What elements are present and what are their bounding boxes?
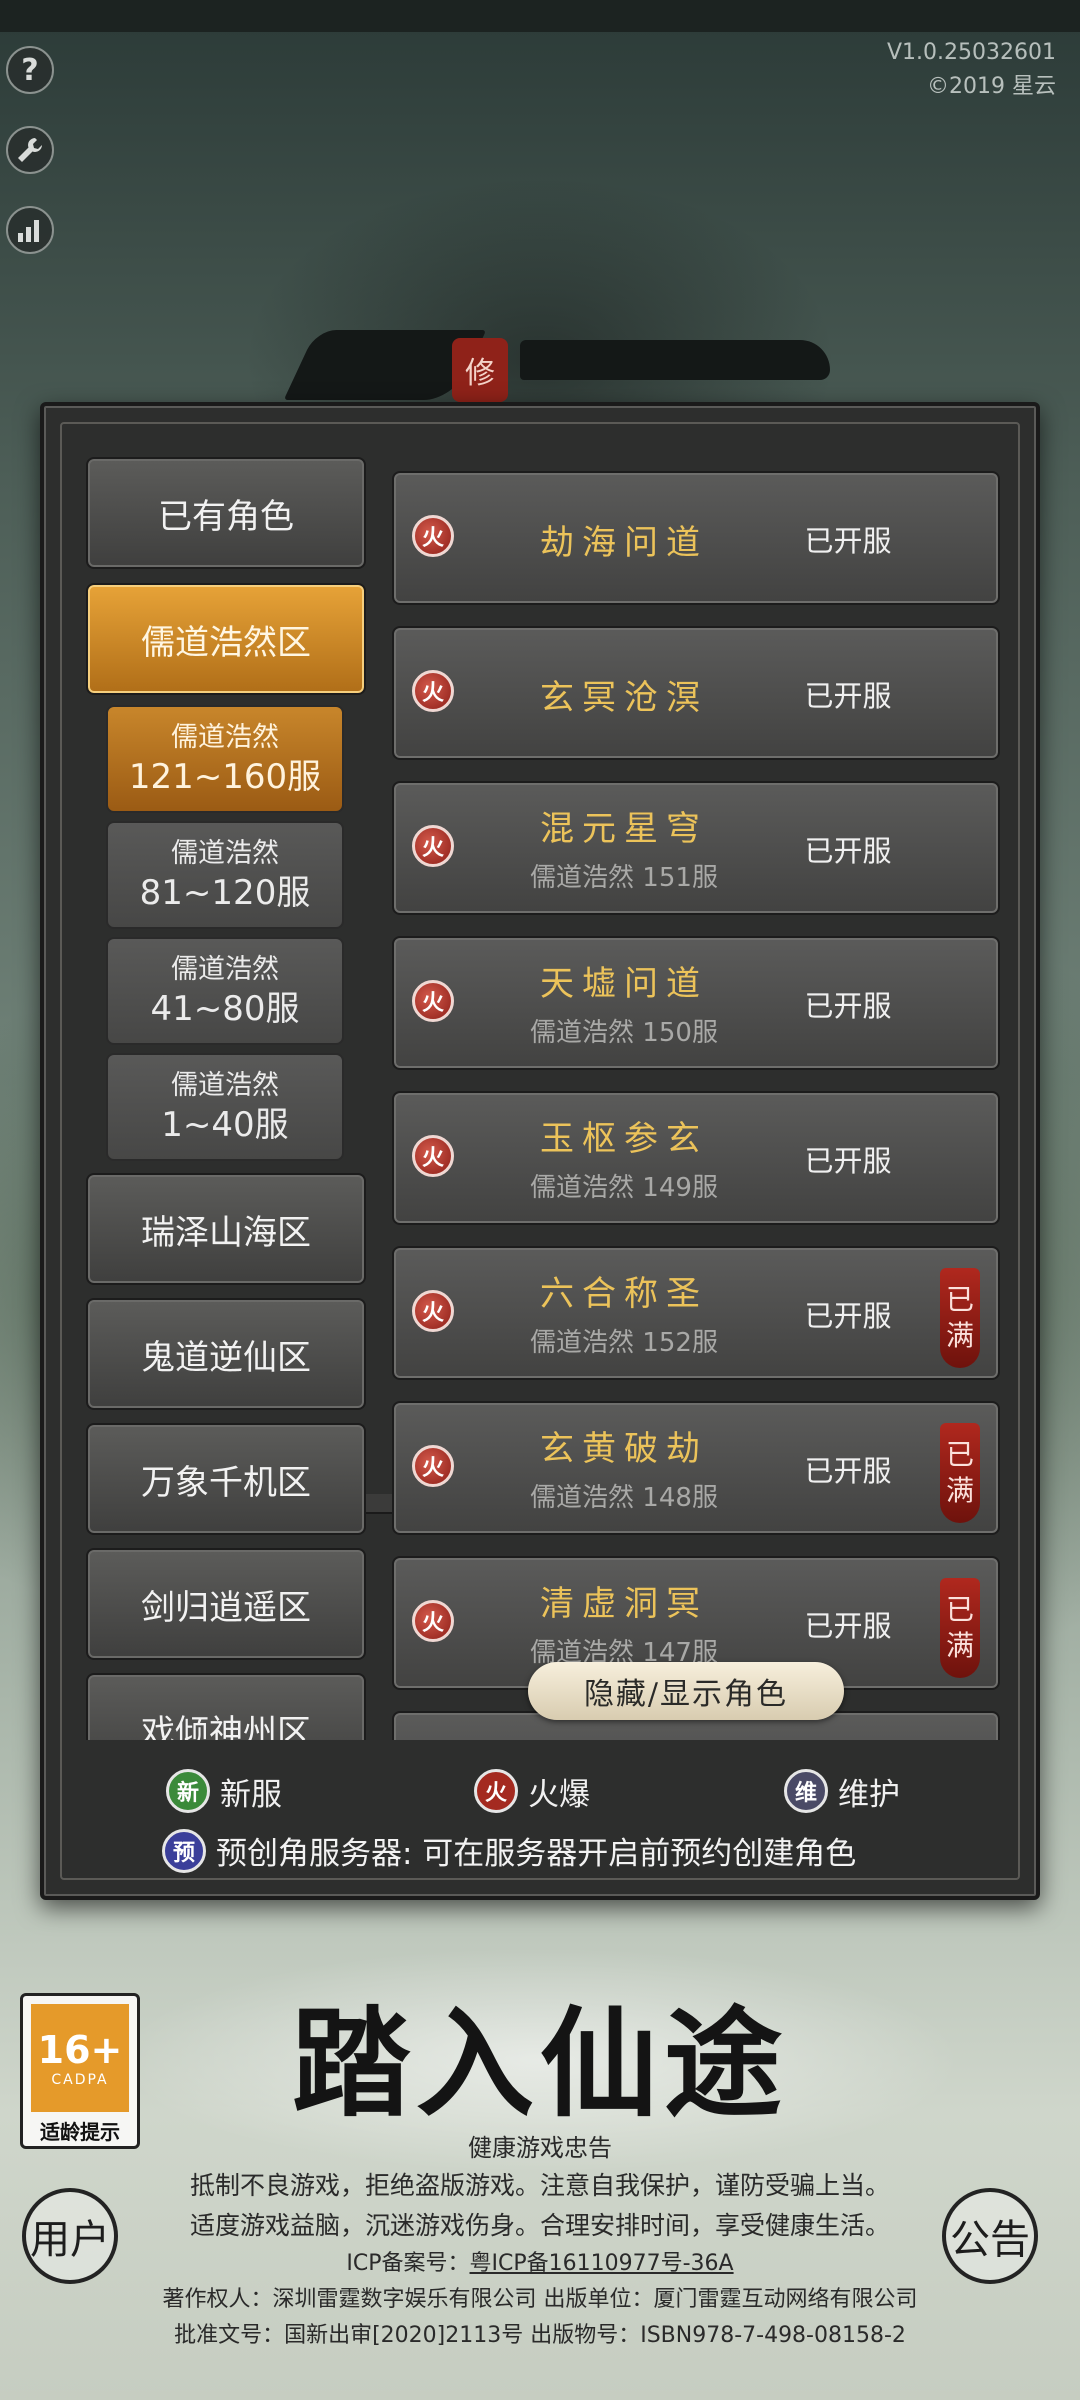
icp-link[interactable]: 粤ICP备16110977号-36A bbox=[470, 2251, 734, 2276]
subcategory-81-120[interactable]: 儒道浩然 81~120服 bbox=[106, 821, 344, 929]
server-name: 混元星穹 bbox=[540, 809, 708, 849]
settings-button[interactable] bbox=[6, 126, 54, 174]
subcategory-121-160[interactable]: 儒道浩然 121~160服 bbox=[106, 705, 344, 813]
server-status: 已开服 bbox=[804, 1144, 892, 1178]
title-brush-stroke bbox=[520, 340, 830, 380]
age-rating-badge[interactable]: 16+ CADPA 适龄提示 bbox=[20, 1993, 140, 2149]
copyright-owner-line: 著作权人：深圳雷霆数字娱乐有限公司 出版单位：厦门雷霆互动网络有限公司 bbox=[162, 2287, 918, 2312]
server-status: 已开服 bbox=[804, 989, 892, 1023]
server-subtitle: 儒道浩然 149服 bbox=[530, 1173, 718, 1203]
legend-new: 新 新服 bbox=[166, 1766, 282, 1816]
server-list[interactable]: 火 劫海问道 已开服 火 玄冥沧溟 已开服 火 混元星穹 儒道浩然 151服 已… bbox=[386, 455, 1006, 1740]
server-row[interactable]: 火 玄冥沧溟 已开服 bbox=[392, 626, 1000, 760]
server-name: 天墟问道 bbox=[540, 964, 708, 1004]
server-status: 已开服 bbox=[804, 1609, 892, 1643]
hot-badge-icon: 火 bbox=[474, 1769, 518, 1813]
subcategory-1-40[interactable]: 儒道浩然 1~40服 bbox=[106, 1053, 344, 1161]
server-subtitle: 儒道浩然 148服 bbox=[530, 1483, 718, 1513]
server-row[interactable]: 火 六合称圣 儒道浩然 152服 已开服 已 满 bbox=[392, 1246, 1000, 1380]
server-row[interactable]: 火 混元星穹 儒道浩然 151服 已开服 bbox=[392, 781, 1000, 915]
legend-precreate: 预 预创角服务器: 可在服务器开启前预约创建角色 bbox=[162, 1828, 856, 1873]
approval-line: 批准文号：国新出审[2020]2113号 出版物号：ISBN978-7-498-… bbox=[174, 2323, 906, 2348]
hot-badge-icon: 火 bbox=[412, 1445, 454, 1487]
toggle-roles-button[interactable]: 隐藏/显示角色 bbox=[528, 1662, 844, 1720]
server-row[interactable]: 火 玄黄破劫 儒道浩然 148服 已开服 已 满 bbox=[392, 1401, 1000, 1535]
hot-badge-icon: 火 bbox=[412, 980, 454, 1022]
hot-badge-icon: 火 bbox=[412, 825, 454, 867]
game-title: 踏入仙途 bbox=[291, 1994, 788, 2133]
precreate-badge-icon: 预 bbox=[162, 1828, 206, 1873]
server-name: 清虚洞冥 bbox=[540, 1584, 708, 1624]
server-full-tag: 已 满 bbox=[940, 1268, 980, 1368]
server-name: 劫海问道 bbox=[540, 523, 708, 563]
server-status: 已开服 bbox=[804, 1454, 892, 1488]
server-subtitle: 儒道浩然 151服 bbox=[530, 863, 718, 893]
region-list[interactable]: 已有角色 儒道浩然区 儒道浩然 121~160服 儒道浩然 81~120服 儒道… bbox=[80, 455, 372, 1740]
category-guidao[interactable]: 鬼道逆仙区 bbox=[86, 1298, 366, 1410]
subcategory-41-80[interactable]: 儒道浩然 41~80服 bbox=[106, 937, 344, 1045]
server-name: 玉枢参玄 bbox=[540, 1119, 708, 1159]
notice-line: 适度游戏益脑，沉迷游戏伤身。合理安排时间，享受健康生活。 bbox=[189, 2211, 890, 2240]
category-wanxiang[interactable]: 万象千机区 bbox=[86, 1423, 366, 1535]
health-notice: 健康游戏忠告 抵制不良游戏，拒绝盗版游戏。注意自我保护，谨防受骗上当。 适度游戏… bbox=[0, 2130, 1080, 2354]
server-legend: 新 新服 火 火爆 维 维护 bbox=[162, 1766, 942, 1816]
server-status: 已开服 bbox=[804, 679, 892, 713]
notice-heading: 健康游戏忠告 bbox=[468, 2134, 612, 2162]
server-status: 已开服 bbox=[804, 1299, 892, 1333]
icp-line: ICP备案号：粤ICP备16110977号-36A bbox=[346, 2251, 734, 2276]
server-name: 玄黄破劫 bbox=[540, 1429, 708, 1469]
server-status: 已开服 bbox=[804, 524, 892, 558]
server-row[interactable]: 火 天墟问道 儒道浩然 150服 已开服 bbox=[392, 936, 1000, 1070]
category-jiangui[interactable]: 剑归逍遥区 bbox=[86, 1548, 366, 1660]
category-xiqing[interactable]: 戏倾神州区 bbox=[86, 1673, 366, 1740]
server-name: 六合称圣 bbox=[540, 1274, 708, 1314]
server-full-tag: 已 满 bbox=[940, 1578, 980, 1678]
status-bar-area bbox=[0, 0, 1080, 32]
server-status: 已开服 bbox=[804, 834, 892, 868]
hot-badge-icon: 火 bbox=[412, 515, 454, 557]
server-row[interactable]: 火 玉枢参玄 儒道浩然 149服 已开服 bbox=[392, 1091, 1000, 1225]
category-rudao[interactable]: 儒道浩然区 bbox=[86, 583, 366, 695]
version-info: V1.0.25032601 ©2019 星云 bbox=[887, 36, 1056, 104]
wrench-icon bbox=[18, 138, 42, 162]
server-row[interactable]: 火 劫海问道 已开服 bbox=[392, 471, 1000, 605]
new-badge-icon: 新 bbox=[166, 1769, 210, 1813]
category-ruize[interactable]: 瑞泽山海区 bbox=[86, 1173, 366, 1285]
hot-badge-icon: 火 bbox=[412, 670, 454, 712]
legend-maintenance: 维 维护 bbox=[784, 1766, 900, 1816]
server-name: 玄冥沧溟 bbox=[540, 678, 708, 718]
server-subtitle: 儒道浩然 152服 bbox=[530, 1328, 718, 1358]
help-icon: ? bbox=[21, 52, 39, 88]
maintenance-badge-icon: 维 bbox=[784, 1769, 828, 1813]
hot-badge-icon: 火 bbox=[412, 1290, 454, 1332]
server-full-tag: 已 满 bbox=[940, 1423, 980, 1523]
help-button[interactable]: ? bbox=[6, 46, 54, 94]
signal-icon bbox=[18, 220, 39, 242]
notice-line: 抵制不良游戏，拒绝盗版游戏。注意自我保护，谨防受骗上当。 bbox=[189, 2171, 890, 2200]
category-existing-roles[interactable]: 已有角色 bbox=[86, 457, 366, 569]
hot-badge-icon: 火 bbox=[412, 1600, 454, 1642]
copyright-text: ©2019 星云 bbox=[927, 74, 1056, 99]
version-number: V1.0.25032601 bbox=[886, 40, 1056, 65]
network-button[interactable] bbox=[6, 206, 54, 254]
legend-hot: 火 火爆 bbox=[474, 1766, 590, 1816]
server-subtitle: 儒道浩然 150服 bbox=[530, 1018, 718, 1048]
hot-badge-icon: 火 bbox=[412, 1135, 454, 1177]
title-seal: 修 bbox=[452, 338, 508, 402]
